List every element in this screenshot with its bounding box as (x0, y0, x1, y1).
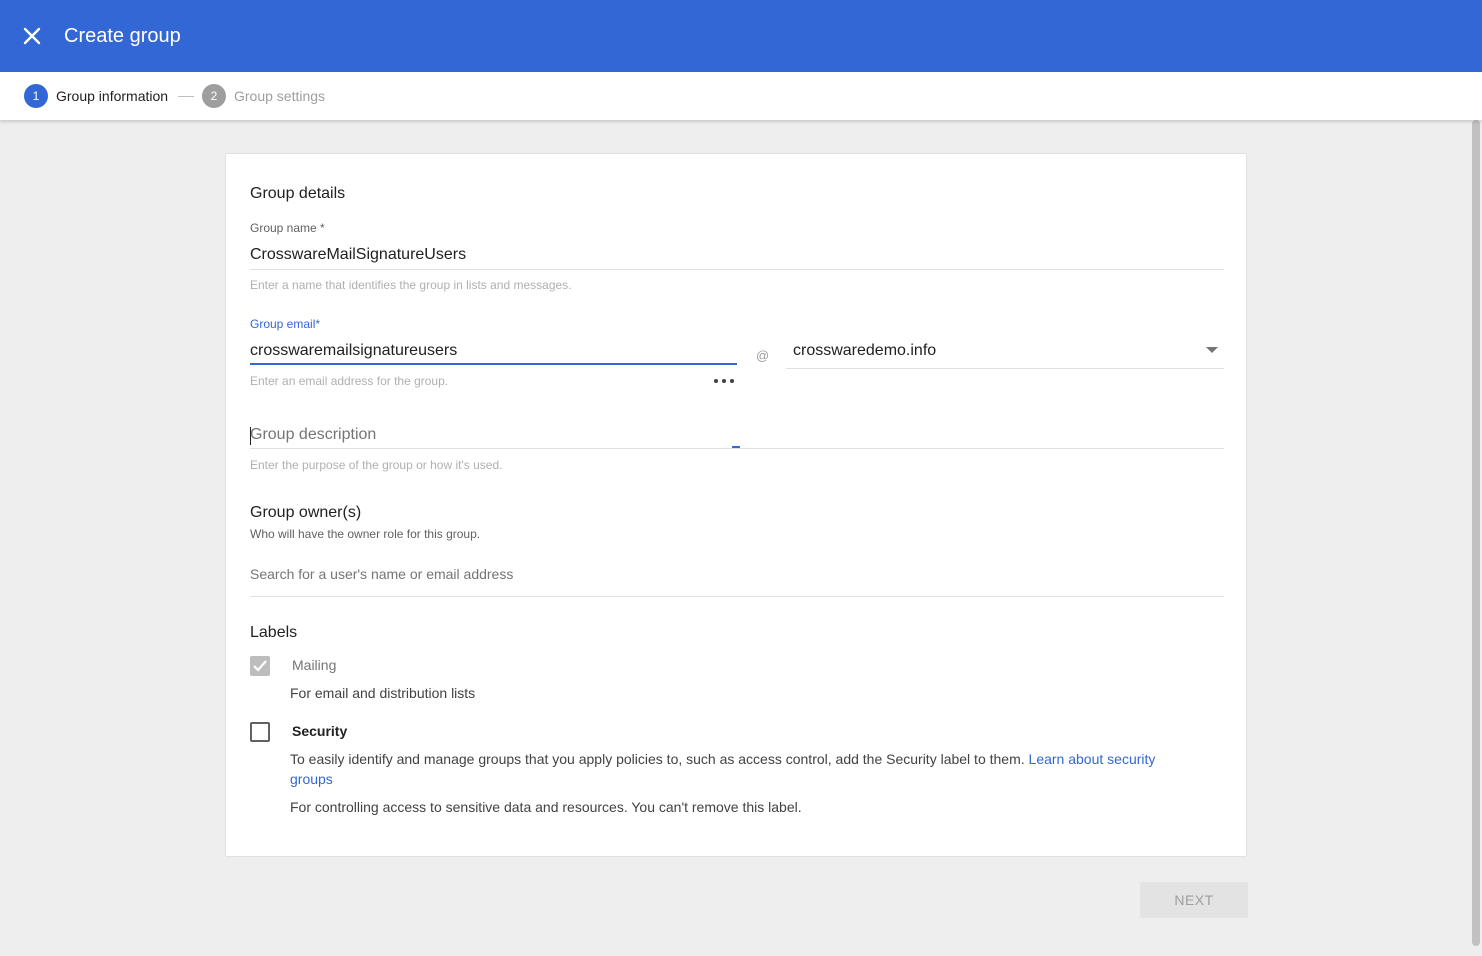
scrollbar[interactable] (1472, 120, 1480, 946)
at-symbol: @ (756, 348, 770, 363)
group-email-underline (250, 363, 737, 365)
group-description-underline (250, 448, 1224, 449)
step-label: Group information (56, 88, 169, 104)
group-email-label: Group email* (250, 317, 321, 331)
mailing-description: For email and distribution lists (290, 685, 476, 701)
close-icon (23, 27, 41, 45)
owners-title: Group owner(s) (250, 504, 362, 521)
more-options-icon[interactable] (713, 371, 737, 383)
group-email-hint: Enter an email address for the group. (250, 374, 449, 388)
step-number: 1 (24, 84, 48, 108)
group-name-label: Group name * (250, 221, 325, 235)
focus-indicator (732, 446, 740, 448)
step-number: 2 (202, 84, 226, 108)
group-email-input[interactable] (250, 341, 730, 361)
group-details-card: Group details Group name * Enter a name … (225, 153, 1247, 857)
text-cursor (250, 427, 251, 445)
close-button[interactable] (18, 22, 46, 50)
step-connector (178, 96, 194, 97)
group-name-underline (250, 269, 1224, 270)
security-note: For controlling access to sensitive data… (290, 799, 802, 815)
section-title: Group details (250, 185, 346, 202)
step-group-information[interactable]: 1 Group information (24, 84, 168, 108)
mailing-label: Mailing (292, 657, 337, 673)
labels-title: Labels (250, 624, 298, 641)
step-label: Group settings (234, 88, 326, 104)
page-title: Create group (64, 25, 181, 47)
stepper: 1 Group information 2 Group settings (0, 72, 1482, 120)
mailing-checkbox[interactable] (250, 656, 270, 676)
domain-value: crosswaredemo.info (793, 342, 937, 359)
chevron-down-icon (1206, 347, 1218, 353)
check-icon (253, 660, 267, 672)
group-description-input[interactable] (250, 425, 1222, 445)
security-description-block: To easily identify and manage groups tha… (290, 749, 1200, 789)
owner-search-input[interactable] (250, 565, 1222, 583)
security-label: Security (292, 723, 348, 739)
top-app-bar: Create group (0, 0, 1482, 72)
group-name-input[interactable] (250, 245, 1222, 265)
owners-subtitle: Who will have the owner role for this gr… (250, 527, 481, 541)
group-name-hint: Enter a name that identifies the group i… (250, 278, 572, 292)
step-group-settings[interactable]: 2 Group settings (202, 84, 325, 108)
group-description-hint: Enter the purpose of the group or how it… (250, 458, 503, 472)
next-button[interactable]: NEXT (1140, 882, 1248, 918)
domain-select[interactable]: crosswaredemo.info (786, 332, 1224, 369)
domain-underline (786, 368, 1224, 369)
owner-search-underline (250, 596, 1224, 597)
security-description: To easily identify and manage groups tha… (290, 751, 1025, 767)
security-checkbox[interactable] (250, 722, 270, 742)
